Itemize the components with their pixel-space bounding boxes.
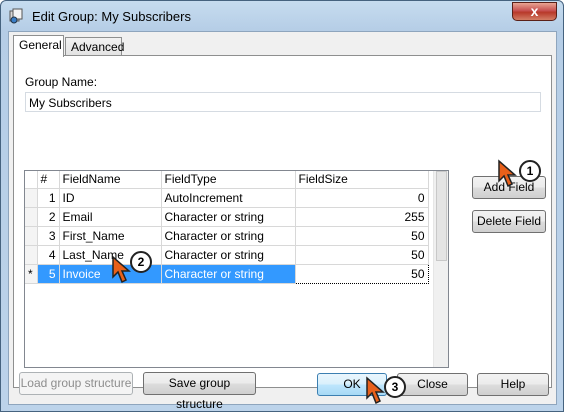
cell-fieldtype[interactable]: Character or string — [161, 264, 296, 284]
app-icon — [8, 8, 24, 24]
cell-fieldname[interactable]: ID — [59, 188, 162, 208]
table-row[interactable]: 1 ID AutoIncrement 0 — [25, 188, 429, 208]
row-number: 2 — [37, 207, 60, 227]
row-indicator — [25, 245, 38, 265]
pointer-arrow-icon — [366, 376, 385, 405]
group-name-input[interactable]: My Subscribers — [25, 92, 541, 112]
cell-fieldtype[interactable]: Character or string — [161, 245, 296, 265]
cell-fieldtype[interactable]: AutoIncrement — [161, 188, 296, 208]
save-group-structure-button[interactable]: Save group structure — [143, 372, 256, 411]
dialog-client-area: General Advanced Group Name: My Subscrib… — [8, 31, 557, 411]
table-row[interactable]: 4 Last_Name Character or string 50 — [25, 245, 429, 265]
row-number: 5 — [37, 264, 60, 284]
help-button[interactable]: Help — [477, 373, 549, 396]
fields-table: # FieldName FieldType FieldSize 1 ID Aut… — [25, 171, 429, 284]
title-bar[interactable]: Edit Group: My Subscribers x — [1, 1, 563, 31]
column-header-fieldsize[interactable]: FieldSize — [295, 171, 429, 189]
cell-fieldsize[interactable]: 50 — [295, 226, 429, 246]
tab-advanced[interactable]: Advanced — [65, 37, 125, 55]
column-header-fieldtype[interactable]: FieldType — [161, 171, 296, 189]
cell-fieldsize[interactable]: 0 — [295, 188, 429, 208]
table-row-selected[interactable]: * 5 Invoice Character or string 50 — [25, 263, 429, 284]
window-title: Edit Group: My Subscribers — [32, 9, 191, 24]
row-indicator — [25, 188, 38, 208]
load-group-structure-button[interactable]: Load group structure — [19, 372, 133, 395]
close-button[interactable]: Close — [397, 373, 468, 396]
cell-fieldname[interactable]: Email — [59, 207, 162, 227]
cell-fieldsize[interactable]: 50 — [294, 263, 429, 284]
row-number: 1 — [37, 188, 60, 208]
callout-marker-1: 1 — [519, 160, 541, 182]
cell-fieldsize[interactable]: 255 — [295, 207, 429, 227]
cell-fieldsize[interactable]: 50 — [295, 245, 429, 265]
dialog-window: Edit Group: My Subscribers x General Adv… — [0, 0, 564, 412]
close-window-button[interactable]: x — [512, 2, 557, 21]
general-tab-panel: Group Name: My Subscribers # FieldName F… — [13, 55, 552, 388]
tab-advanced-label: Advanced — [71, 40, 125, 54]
cell-fieldname[interactable]: First_Name — [59, 226, 162, 246]
cell-fieldtype[interactable]: Character or string — [161, 226, 296, 246]
row-number: 4 — [37, 245, 60, 265]
scrollbar-thumb[interactable] — [436, 171, 447, 261]
cell-fieldtype[interactable]: Character or string — [161, 207, 296, 227]
delete-field-button[interactable]: Delete Field — [472, 210, 546, 233]
group-name-label: Group Name: — [25, 75, 98, 89]
row-indicator — [25, 226, 38, 246]
grid-corner — [25, 171, 38, 189]
pointer-arrow-icon — [112, 255, 131, 284]
fields-grid[interactable]: # FieldName FieldType FieldSize 1 ID Aut… — [24, 170, 449, 368]
column-header-fieldname[interactable]: FieldName — [59, 171, 162, 189]
row-indicator: * — [25, 264, 38, 284]
tab-general[interactable]: General — [13, 35, 64, 57]
grid-header-row: # FieldName FieldType FieldSize — [25, 171, 429, 189]
row-number: 3 — [37, 226, 60, 246]
column-header-number[interactable]: # — [37, 171, 60, 189]
row-indicator — [25, 207, 38, 227]
close-icon: x — [530, 3, 539, 19]
table-row[interactable]: 3 First_Name Character or string 50 — [25, 226, 429, 246]
pointer-arrow-icon — [498, 159, 517, 188]
tab-general-label: General — [19, 38, 62, 52]
callout-marker-2: 2 — [130, 251, 152, 273]
grid-vertical-scrollbar[interactable] — [433, 171, 448, 367]
callout-marker-3: 3 — [384, 376, 406, 398]
table-row[interactable]: 2 Email Character or string 255 — [25, 207, 429, 227]
